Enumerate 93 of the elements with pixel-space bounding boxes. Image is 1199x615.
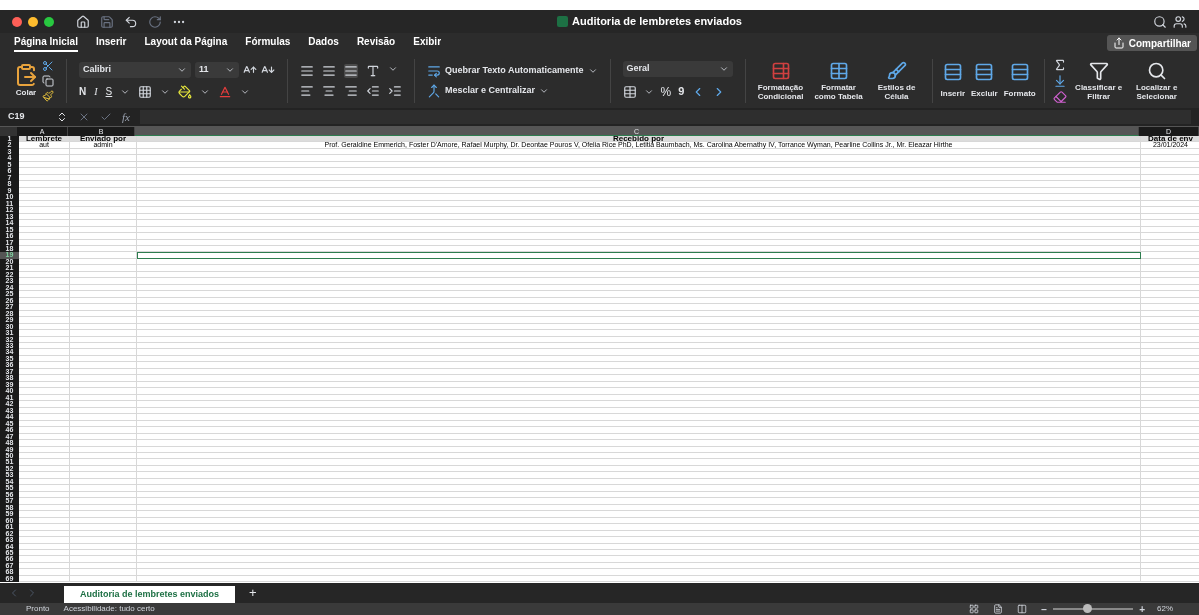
search-icon[interactable]	[1153, 14, 1167, 29]
align-right-icon[interactable]	[344, 83, 358, 98]
align-center-icon[interactable]	[322, 83, 336, 98]
cells-button[interactable]: Inserir	[940, 61, 965, 100]
rows-icon[interactable]	[942, 61, 963, 82]
merge-icon[interactable]	[427, 83, 441, 98]
copy-icon[interactable]	[42, 74, 54, 87]
normal-view-icon[interactable]	[969, 604, 980, 614]
zoom-button[interactable]	[44, 16, 54, 27]
fill-down-icon[interactable]	[1052, 73, 1067, 88]
indent-increase-icon[interactable]	[388, 83, 402, 98]
share-icon[interactable]	[1112, 37, 1125, 49]
align-top-icon[interactable]	[300, 63, 314, 78]
minimize-button[interactable]	[28, 16, 38, 27]
rows-icon[interactable]	[974, 61, 995, 82]
scissors-icon[interactable]	[42, 59, 54, 72]
name-box[interactable]: C19	[8, 110, 68, 124]
table-format-icon[interactable]	[828, 60, 849, 81]
ribbon-tab[interactable]: Dados	[308, 34, 339, 52]
undo-icon[interactable]	[124, 14, 138, 29]
column-title-cell: Recebido por	[137, 136, 1141, 143]
font-name-dropdown[interactable]: Calibri	[79, 62, 191, 78]
borders-icon[interactable]	[138, 84, 153, 99]
orientation-icon[interactable]	[366, 63, 380, 78]
close-button[interactable]	[12, 16, 22, 27]
column-title-cell: Lembrete	[19, 136, 70, 143]
people-icon[interactable]	[1173, 14, 1187, 29]
paste-button[interactable]: Colar	[14, 62, 38, 99]
accessibility-status[interactable]: Acessibilidade: tudo certo	[63, 603, 155, 615]
editing-button[interactable]: Localizar e Selecionar	[1130, 60, 1183, 101]
column-title-cell: Data de env	[1141, 136, 1199, 143]
cells-button[interactable]: Excluir	[971, 61, 998, 100]
underline-button[interactable]: S	[105, 84, 113, 99]
zoom-out-button[interactable]: −	[1041, 601, 1048, 615]
search-icon[interactable]	[1146, 60, 1167, 81]
eraser-icon[interactable]	[1052, 89, 1067, 104]
styles-button[interactable]: Formatar como Tabela	[811, 60, 866, 101]
fill-color-icon[interactable]	[178, 84, 193, 99]
indent-decrease-icon[interactable]	[366, 83, 380, 98]
spreadsheet-file-icon	[557, 16, 569, 27]
save-icon[interactable]	[100, 14, 114, 29]
filter-icon[interactable]	[1088, 60, 1109, 81]
comma-button[interactable]: 9	[678, 83, 685, 100]
ribbon-tab[interactable]: Página Inicial	[14, 34, 78, 52]
ribbon-tab[interactable]: Revisão	[356, 34, 396, 52]
clipboard-icon[interactable]	[14, 62, 38, 87]
styles-button[interactable]: Formatação Condicional	[753, 60, 808, 101]
enter-icon[interactable]	[100, 111, 112, 123]
font-size-value: 11	[199, 63, 209, 77]
rows-icon[interactable]	[1009, 61, 1030, 82]
cell-styles-icon[interactable]	[886, 60, 907, 81]
add-sheet-button[interactable]: +	[241, 582, 265, 602]
window-title: Auditoria de lembretes enviados	[572, 14, 742, 30]
zoom-slider-thumb[interactable]	[1082, 604, 1092, 613]
font-name-value: Calibri	[83, 63, 111, 77]
cell-cursor[interactable]	[137, 252, 1141, 259]
function-button[interactable]: fx	[122, 108, 130, 126]
page-break-icon[interactable]	[1017, 604, 1028, 614]
font-size-dropdown[interactable]: 11	[195, 62, 239, 78]
number-format-value: Geral	[626, 61, 650, 75]
sheet-tab[interactable]: Auditoria de lembretes enviados	[64, 586, 236, 603]
conditional-format-icon[interactable]	[770, 60, 791, 81]
number-format-dropdown[interactable]: Geral	[622, 60, 733, 77]
column-title-cell: Enviado por	[70, 136, 137, 143]
ribbon-tab[interactable]: Fórmulas	[245, 34, 291, 52]
align-bottom-icon[interactable]	[344, 63, 358, 78]
status-text: Pronto	[26, 603, 50, 615]
align-middle-icon[interactable]	[322, 63, 336, 78]
bold-button[interactable]: N	[79, 84, 87, 99]
align-left-icon[interactable]	[300, 83, 314, 98]
ribbon-tab[interactable]: Inserir	[95, 34, 127, 52]
redo-icon[interactable]	[148, 14, 162, 29]
font-color-icon[interactable]	[218, 84, 233, 99]
ribbon-tab[interactable]: Exibir	[413, 34, 442, 52]
wrap-text-button[interactable]: Quebrar Texto Automaticamente	[427, 63, 598, 78]
stepper-icon[interactable]	[56, 111, 68, 123]
cells-button[interactable]: Formato	[1003, 61, 1036, 100]
brush-icon[interactable]	[42, 89, 54, 102]
italic-button[interactable]: I	[94, 84, 98, 99]
caret-icon[interactable]	[177, 65, 187, 75]
zoom-level[interactable]: 62%	[1157, 603, 1173, 615]
page-layout-icon[interactable]	[993, 604, 1004, 614]
ribbon-tab[interactable]: Layout da Página	[144, 34, 228, 52]
cancel-icon[interactable]	[78, 111, 90, 123]
share-button[interactable]: Compartilhar	[1106, 35, 1197, 51]
home-icon[interactable]	[76, 14, 90, 29]
zoom-in-button[interactable]: +	[1139, 601, 1145, 615]
caret-icon[interactable]	[225, 65, 235, 75]
percent-button[interactable]: %	[660, 82, 672, 101]
wrap-text-icon[interactable]	[427, 63, 441, 78]
editing-button[interactable]: Classificar e Filtrar	[1072, 60, 1125, 101]
merge-center-button[interactable]: Mesclar e Centralizar	[427, 83, 598, 98]
styles-button[interactable]: Estilos de Célula	[869, 60, 924, 101]
